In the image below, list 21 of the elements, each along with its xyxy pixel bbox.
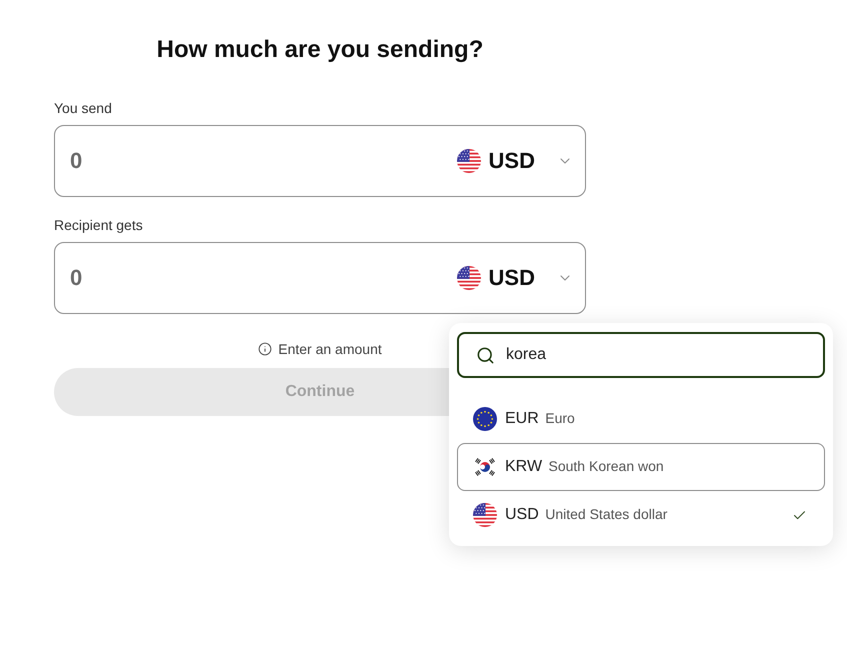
- flag-icon: [473, 503, 497, 527]
- search-icon: [476, 346, 495, 364]
- flag-icon: [473, 407, 497, 431]
- search-input[interactable]: korea: [506, 343, 813, 367]
- currency-option[interactable]: KRW South Korean won: [457, 443, 825, 491]
- field-label: You send: [54, 99, 112, 117]
- page-title: How much are you sending?: [156, 36, 484, 64]
- flag-icon: [473, 455, 497, 479]
- flag-icon: [456, 149, 481, 173]
- amount-field[interactable]: 0 USD: [54, 125, 586, 197]
- currency-option[interactable]: USD United States dollar: [457, 491, 825, 539]
- info-icon: [258, 342, 272, 356]
- amount-input[interactable]: 0: [70, 258, 457, 298]
- amount-field[interactable]: 0 USD: [54, 242, 586, 314]
- flag-icon: [456, 266, 481, 290]
- amount-input[interactable]: 0: [70, 141, 457, 181]
- currency-select[interactable]: USD: [456, 258, 573, 298]
- hint-text: Enter an amount: [278, 340, 382, 358]
- search-field[interactable]: korea: [457, 332, 825, 378]
- currency-select[interactable]: USD: [456, 141, 573, 181]
- field-label: Recipient gets: [54, 216, 143, 234]
